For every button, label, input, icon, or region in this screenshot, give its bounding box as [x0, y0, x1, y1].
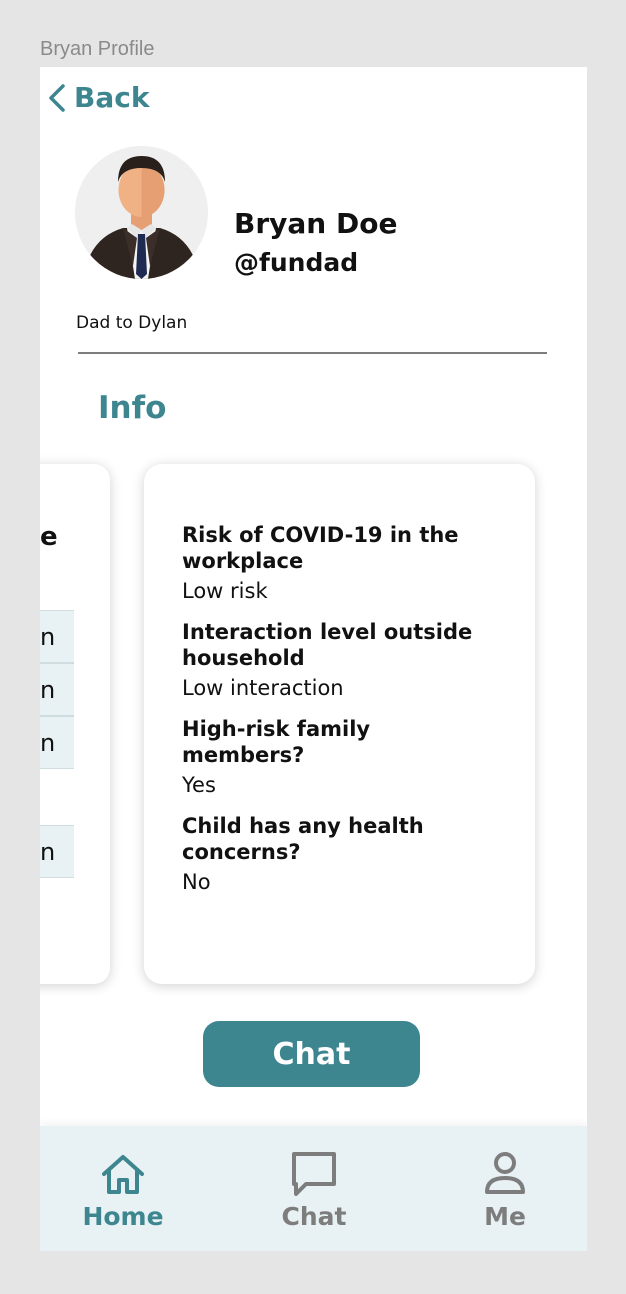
info-answer: Yes [182, 773, 216, 797]
profile-screen: Back Bryan Doe @fundad Dad to Dylan Info… [40, 67, 587, 1251]
profile-handle: @fundad [234, 248, 359, 277]
previous-card-row: n [40, 716, 74, 769]
info-answer: Low interaction [182, 676, 344, 700]
person-icon [485, 1152, 525, 1194]
frame-label: Bryan Profile [40, 38, 155, 60]
nav-item-me[interactable]: Me [468, 1150, 542, 1231]
previous-card-row: n [40, 663, 74, 716]
person-illustration [75, 146, 208, 279]
info-item: Child has any health concerns? No [182, 813, 497, 897]
nav-label-me: Me [484, 1202, 526, 1231]
chat-button[interactable]: Chat [203, 1021, 420, 1087]
info-question: Interaction level outside household [182, 620, 473, 670]
info-answer: No [182, 870, 211, 894]
divider [78, 352, 547, 354]
chat-icon [292, 1152, 336, 1196]
info-question: High-risk family members? [182, 717, 371, 767]
previous-card-row: n [40, 825, 74, 878]
info-item: Interaction level outside household Low … [182, 619, 497, 703]
previous-info-card[interactable]: e n n n n [40, 464, 110, 984]
info-card: Risk of COVID-19 in the workplace Low ri… [144, 464, 535, 984]
nav-label-chat: Chat [281, 1202, 347, 1231]
info-question: Child has any health concerns? [182, 814, 424, 864]
chevron-left-icon [49, 83, 65, 112]
nav-item-chat[interactable]: Chat [274, 1150, 354, 1231]
nav-label-home: Home [82, 1202, 164, 1231]
back-button[interactable]: Back [46, 81, 149, 114]
previous-card-row: n [40, 610, 74, 663]
previous-card-title: e [40, 522, 58, 552]
home-icon [102, 1155, 144, 1194]
info-item: Risk of COVID-19 in the workplace Low ri… [182, 522, 497, 606]
nav-item-home[interactable]: Home [80, 1150, 166, 1231]
profile-bio: Dad to Dylan [76, 313, 188, 333]
back-label: Back [74, 81, 150, 114]
profile-name: Bryan Doe [234, 207, 398, 240]
avatar [75, 146, 208, 279]
info-question: Risk of COVID-19 in the workplace [182, 523, 459, 573]
info-answer: Low risk [182, 579, 268, 603]
info-title: Info [98, 390, 167, 426]
info-item: High-risk family members? Yes [182, 716, 497, 800]
bottom-nav: Home Chat Me [40, 1126, 587, 1251]
